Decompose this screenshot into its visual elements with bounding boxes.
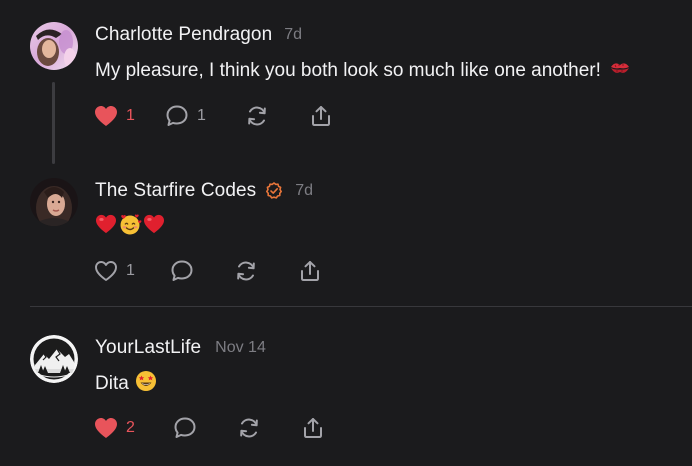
post-time[interactable]: 7d bbox=[284, 26, 302, 44]
smiling-face-with-hearts-icon bbox=[118, 212, 142, 242]
repost-button[interactable] bbox=[237, 415, 261, 441]
post-emojis bbox=[95, 212, 165, 242]
share-upload-icon bbox=[298, 259, 322, 283]
red-heart-icon bbox=[143, 214, 165, 240]
heart-filled-icon bbox=[94, 105, 118, 127]
verified-badge-icon bbox=[265, 182, 283, 200]
like-count: 1 bbox=[126, 262, 135, 279]
post-header: YourLastLife Nov 14 bbox=[95, 337, 266, 359]
red-heart-icon bbox=[95, 214, 117, 240]
reply-button[interactable] bbox=[173, 415, 197, 441]
share-button[interactable] bbox=[309, 103, 333, 129]
author-name[interactable]: The Starfire Codes bbox=[95, 180, 256, 202]
post-text-content: Dita bbox=[95, 373, 129, 394]
share-button[interactable] bbox=[301, 415, 325, 441]
heart-outline-icon bbox=[94, 260, 118, 282]
post-time[interactable]: 7d bbox=[295, 182, 313, 200]
like-button[interactable]: 1 bbox=[94, 103, 135, 129]
repost-button[interactable] bbox=[234, 258, 258, 284]
share-upload-icon bbox=[309, 104, 333, 128]
heart-filled-icon bbox=[94, 417, 118, 439]
like-count: 1 bbox=[126, 107, 135, 124]
post-divider bbox=[30, 306, 692, 307]
kiss-mark-icon bbox=[609, 58, 631, 84]
repost-button[interactable] bbox=[245, 103, 269, 129]
comment-bubble-icon bbox=[165, 104, 189, 128]
repost-icon bbox=[245, 104, 269, 128]
reply-button[interactable]: 1 bbox=[165, 103, 206, 129]
comment-bubble-icon bbox=[173, 416, 197, 440]
post-header: Charlotte Pendragon 7d bbox=[95, 24, 302, 46]
post-text: Dita bbox=[95, 370, 157, 398]
comment-bubble-icon bbox=[170, 259, 194, 283]
avatar-starfire[interactable] bbox=[30, 178, 78, 226]
share-upload-icon bbox=[301, 416, 325, 440]
author-name[interactable]: YourLastLife bbox=[95, 337, 201, 359]
reply-button[interactable] bbox=[170, 258, 194, 284]
thread-line bbox=[52, 82, 55, 164]
share-button[interactable] bbox=[298, 258, 322, 284]
reply-count: 1 bbox=[197, 107, 206, 124]
post-header: The Starfire Codes 7d bbox=[95, 180, 313, 202]
author-name[interactable]: Charlotte Pendragon bbox=[95, 24, 272, 46]
post-text-content: My pleasure, I think you both look so mu… bbox=[95, 60, 601, 81]
repost-icon bbox=[237, 416, 261, 440]
like-count: 2 bbox=[126, 419, 135, 436]
like-button[interactable]: 1 bbox=[94, 258, 135, 284]
repost-icon bbox=[234, 259, 258, 283]
like-button[interactable]: 2 bbox=[94, 415, 135, 441]
star-struck-icon bbox=[135, 370, 157, 398]
post-text: My pleasure, I think you both look so mu… bbox=[95, 58, 631, 84]
post-time[interactable]: Nov 14 bbox=[215, 339, 266, 357]
avatar-yourlastlife[interactable] bbox=[30, 335, 78, 383]
avatar-charlotte[interactable] bbox=[30, 22, 78, 70]
